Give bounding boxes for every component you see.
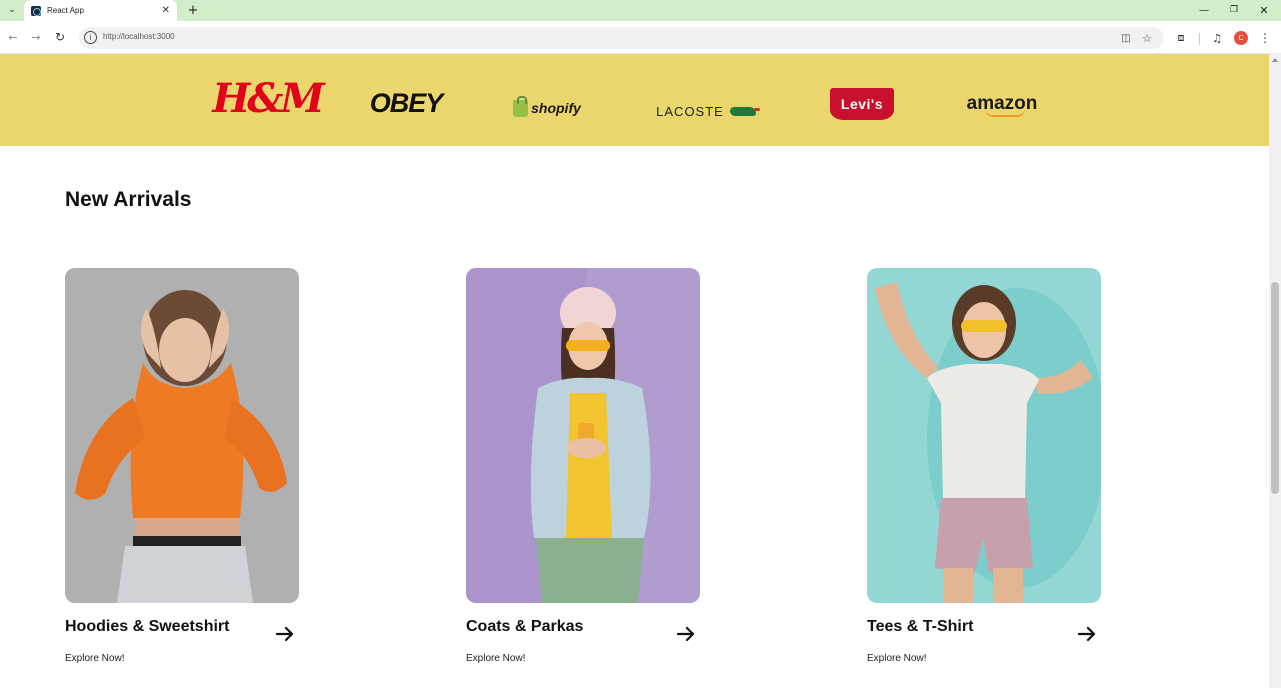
- category-card-tees[interactable]: Tees & T-Shirt Explore Now!: [867, 268, 1102, 668]
- close-icon[interactable]: ✕: [162, 5, 170, 16]
- react-favicon-icon: [31, 5, 41, 16]
- page-viewport: H&M OBEY shopify LACOSTE Levi's amazon N…: [0, 54, 1269, 688]
- site-info-icon[interactable]: i: [84, 31, 97, 44]
- scroll-up-icon[interactable]: [1272, 58, 1278, 62]
- category-card-hoodies[interactable]: Hoodies & Sweetshirt Explore Now!: [65, 268, 300, 668]
- levis-logo: Levi's: [830, 88, 894, 120]
- tab-title: React App: [47, 6, 84, 15]
- category-card-coats[interactable]: Coats & Parkas Explore Now!: [466, 268, 701, 668]
- page-scrollbar[interactable]: [1269, 54, 1281, 688]
- toolbar-divider: [1199, 33, 1200, 45]
- address-bar[interactable]: i http://localhost:3000 ◫ ☆: [79, 27, 1164, 49]
- plus-icon[interactable]: +: [185, 1, 201, 19]
- card-title: Coats & Parkas: [466, 618, 584, 635]
- browser-toolbar: ← → ↻ i http://localhost:3000 ◫ ☆ ⧈ ♫ C …: [0, 21, 1281, 54]
- hm-logo: H&M: [212, 74, 324, 122]
- kebab-menu-icon[interactable]: ⋮: [1257, 30, 1273, 46]
- crocodile-icon: [729, 106, 760, 116]
- restore-icon[interactable]: ❐: [1224, 2, 1244, 18]
- extensions-puzzle-icon[interactable]: ⧈: [1173, 30, 1189, 46]
- minimize-icon[interactable]: —: [1194, 2, 1214, 18]
- install-app-icon[interactable]: ◫: [1119, 31, 1133, 45]
- obey-logo: OBEY: [369, 87, 444, 118]
- url-text[interactable]: http://localhost:3000: [103, 32, 175, 41]
- browser-tab[interactable]: React App ✕: [24, 0, 177, 21]
- explore-now-link[interactable]: Explore Now!: [466, 653, 525, 664]
- coat-model-image: [466, 268, 700, 603]
- arrow-right-icon[interactable]: [275, 626, 295, 642]
- hoodie-model-image: [65, 268, 299, 603]
- amazon-logo: amazon: [964, 88, 1040, 122]
- shopify-logo: shopify: [512, 95, 582, 120]
- bookmark-star-icon[interactable]: ☆: [1140, 31, 1154, 45]
- card-image[interactable]: [466, 268, 700, 603]
- lacoste-logo: LACOSTE: [655, 101, 760, 121]
- section-title: New Arrivals: [65, 188, 192, 211]
- card-image[interactable]: [867, 268, 1101, 603]
- shopify-wordmark: shopify: [531, 100, 581, 116]
- window-close-icon[interactable]: ✕: [1254, 2, 1274, 18]
- amazon-smile-icon: [985, 109, 1025, 117]
- card-title: Hoodies & Sweetshirt: [65, 618, 230, 635]
- brand-logo-strip: H&M OBEY shopify LACOSTE Levi's amazon: [0, 54, 1269, 146]
- back-arrow-icon[interactable]: ←: [4, 28, 22, 46]
- explore-now-link[interactable]: Explore Now!: [867, 653, 926, 664]
- tab-strip: ⌄ React App ✕ + — ❐ ✕: [0, 0, 1281, 21]
- tshirt-model-image: [867, 268, 1101, 603]
- reload-icon[interactable]: ↻: [51, 28, 69, 46]
- lacoste-wordmark: LACOSTE: [656, 103, 724, 119]
- arrow-right-icon[interactable]: [1077, 626, 1097, 642]
- tab-search-icon[interactable]: ⌄: [4, 2, 20, 18]
- card-image[interactable]: [65, 268, 299, 603]
- explore-now-link[interactable]: Explore Now!: [65, 653, 124, 664]
- arrow-right-icon[interactable]: [676, 626, 696, 642]
- forward-arrow-icon[interactable]: →: [27, 28, 45, 46]
- card-title: Tees & T-Shirt: [867, 618, 974, 635]
- scrollbar-thumb[interactable]: [1271, 282, 1279, 494]
- media-control-icon[interactable]: ♫: [1209, 30, 1225, 46]
- shopify-bag-icon: [513, 95, 529, 117]
- profile-avatar[interactable]: C: [1234, 31, 1248, 45]
